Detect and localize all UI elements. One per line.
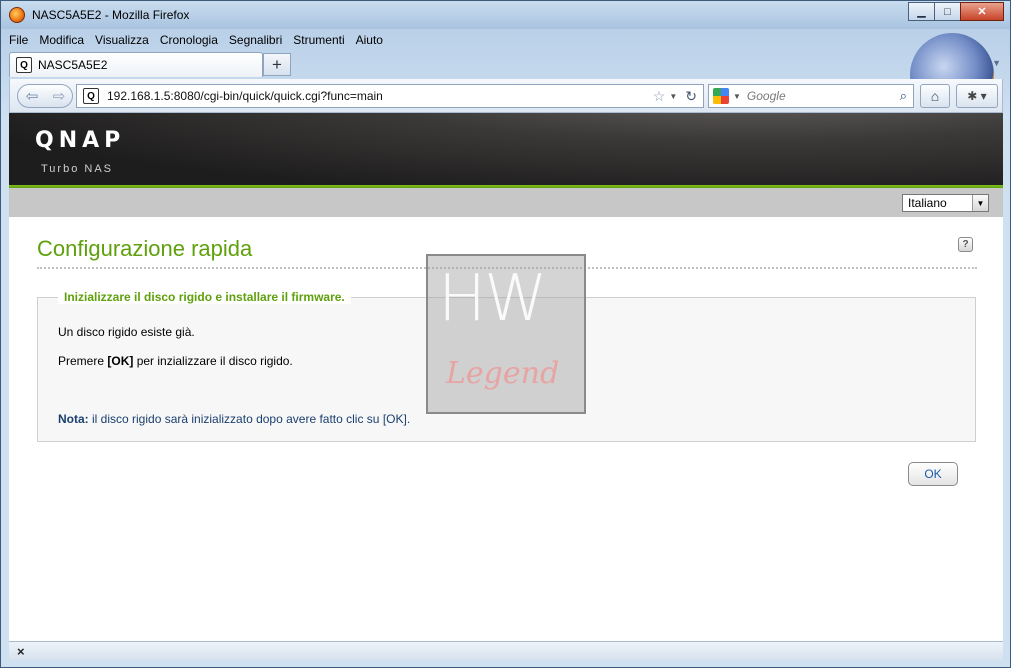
close-button[interactable]: ✕ [960,2,1004,21]
watermark-top: HW [438,262,547,336]
menu-visualizza[interactable]: Visualizza [95,33,149,49]
site-identity-icon[interactable]: Q [83,88,99,104]
tab-list-chevron-icon[interactable]: ▼ [992,58,1001,68]
ok-button[interactable]: OK [908,462,958,486]
watermark-bottom: Legend [446,356,560,391]
bookmark-star-icon[interactable]: ☆ [653,88,666,105]
back-forward-group: ⇦ ⇨ [17,84,73,108]
qnap-logo: QNAP [35,128,126,153]
addon-button[interactable]: ✱ ▾ [956,84,998,108]
qnap-subtitle: Turbo NAS [41,163,114,175]
menu-modifica[interactable]: Modifica [39,33,84,49]
search-icon[interactable]: ⌕ [900,88,907,104]
firefox-icon [9,7,25,23]
minimize-button[interactable]: ▁ [908,2,935,21]
tab-nasc5a5e2[interactable]: Q NASC5A5E2 [9,52,263,77]
hwlegend-watermark: HW Legend [426,254,586,414]
google-engine-icon[interactable] [713,88,729,104]
menu-strumenti[interactable]: Strumenti [293,33,344,49]
qnap-favicon-icon: Q [16,57,32,73]
url-bar[interactable]: Q 192.168.1.5:8080/cgi-bin/quick/quick.c… [76,84,704,108]
note-label: Nota: [58,412,89,426]
status-bar: × [9,641,1003,660]
disk-exists-text: Un disco rigido esiste già. [58,325,195,339]
navigation-toolbar: ⇦ ⇨ Q 192.168.1.5:8080/cgi-bin/quick/qui… [9,79,1003,113]
back-arrow-icon[interactable]: ⇦ [18,85,46,107]
window-title: NASC5A5E2 - Mozilla Firefox [32,8,190,22]
home-button[interactable]: ⌂ [920,84,950,108]
page-title: Configurazione rapida [37,236,253,261]
maximize-button[interactable]: □ [934,2,961,21]
addon-icon: ✱ ▾ [967,89,987,103]
tab-label: NASC5A5E2 [38,58,108,72]
chevron-down-icon[interactable]: ▼ [972,195,988,211]
page-viewport: QNAP Turbo NAS Italiano ▼ Configurazione… [9,113,1003,641]
url-history-dropdown-icon[interactable]: ▼ [669,92,677,101]
browser-window: NASC5A5E2 - Mozilla Firefox ▁ □ ✕ File M… [0,0,1011,668]
instruction-text: Premere [OK] per inzializzare il disco r… [58,354,293,368]
menu-cronologia[interactable]: Cronologia [160,33,218,49]
forward-arrow-icon[interactable]: ⇨ [46,85,72,107]
note-text: Nota: il disco rigido sarà inizializzato… [58,412,410,426]
search-input[interactable]: Google [747,89,900,103]
menu-file[interactable]: File [9,33,28,49]
instruction-suffix: per inzializzare il disco rigido. [133,354,293,368]
menu-aiuto[interactable]: Aiuto [356,33,383,49]
language-value: Italiano [908,196,947,210]
tab-strip: Q NASC5A5E2 + ▼ [9,52,1003,79]
help-icon[interactable]: ? [958,237,973,252]
search-engine-dropdown-icon[interactable]: ▼ [733,92,741,101]
url-input[interactable]: 192.168.1.5:8080/cgi-bin/quick/quick.cgi… [107,89,653,103]
note-body: il disco rigido sarà inizializzato dopo … [88,412,411,426]
qnap-header: QNAP Turbo NAS [9,113,1003,185]
language-strip: Italiano ▼ [9,188,1003,217]
reload-icon[interactable]: ↻ [685,88,697,105]
search-bar[interactable]: ▼ Google ⌕ [708,84,914,108]
title-bar: NASC5A5E2 - Mozilla Firefox ▁ □ ✕ [1,1,1010,29]
menu-segnalibri[interactable]: Segnalibri [229,33,282,49]
instruction-prefix: Premere [58,354,108,368]
new-tab-button[interactable]: + [263,53,291,76]
instruction-ok: [OK] [107,354,134,368]
close-findbar-icon[interactable]: × [17,644,25,659]
window-controls: ▁ □ ✕ [908,2,1004,21]
menu-bar: File Modifica Visualizza Cronologia Segn… [9,33,394,49]
panel-legend: Inizializzare il disco rigido e installa… [58,290,351,304]
home-icon: ⌂ [930,88,940,104]
language-select[interactable]: Italiano ▼ [902,194,989,212]
